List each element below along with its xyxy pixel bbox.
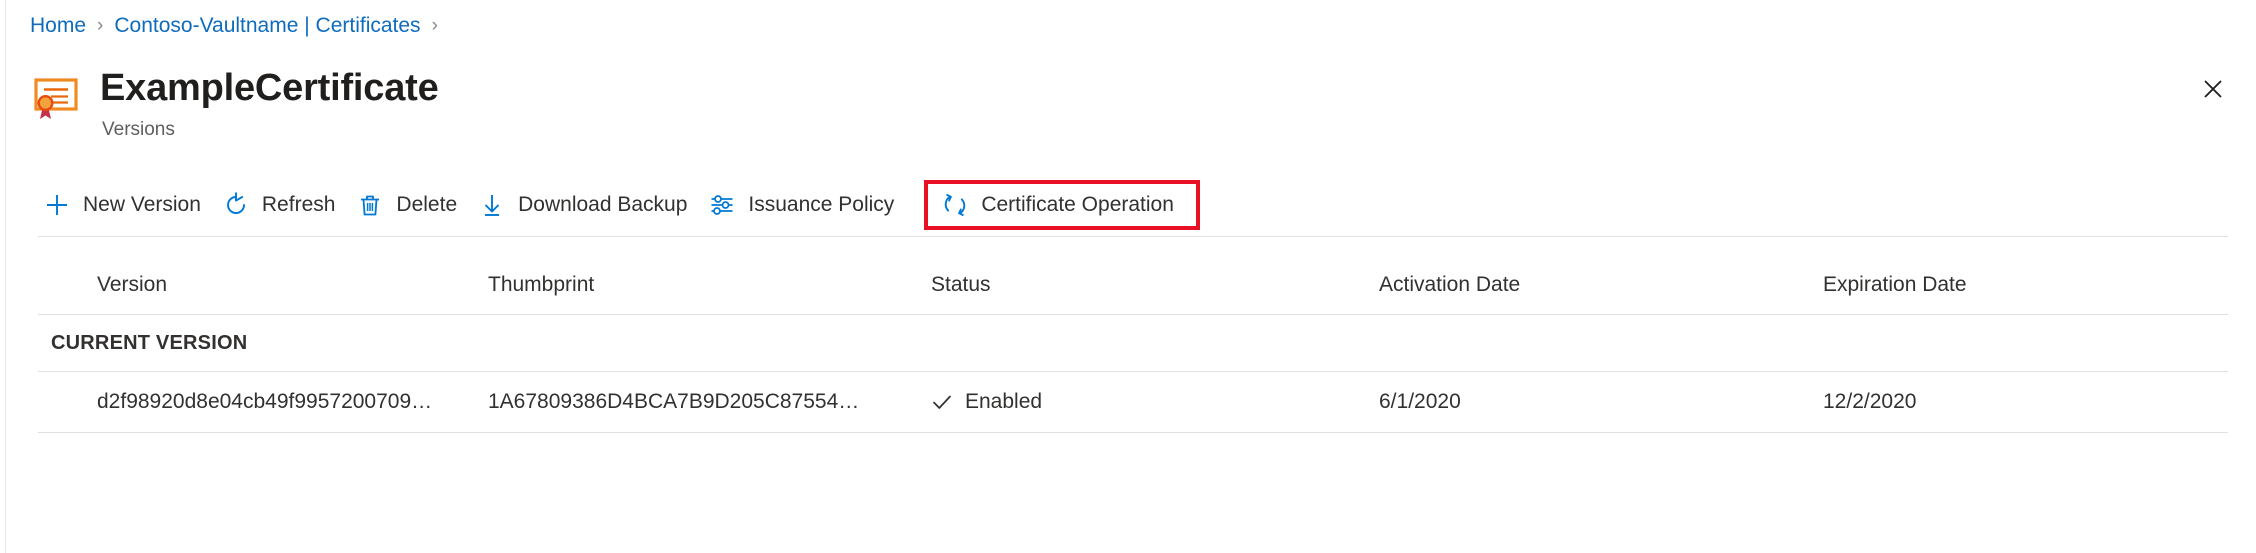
download-arrow-icon [479,192,505,218]
close-icon [2201,77,2225,101]
plus-icon [44,192,70,218]
certificate-operation-label: Certificate Operation [981,192,1174,218]
cell-activation-date: 6/1/2020 [1379,389,1823,415]
column-header-activation-date[interactable]: Activation Date [1379,272,1823,298]
table-group-label: CURRENT VERSION [38,331,247,355]
breadcrumb-item-home[interactable]: Home [30,12,86,40]
download-backup-label: Download Backup [518,192,687,218]
certificate-versions-blade: Home › Contoso-Vaultname | Certificates … [0,0,2256,553]
column-header-version[interactable]: Version [38,272,488,298]
cell-status: Enabled [931,389,1379,415]
checkmark-icon [931,391,953,413]
cell-version[interactable]: d2f98920d8e04cb49f9957200709… [38,389,488,415]
table-row[interactable]: d2f98920d8e04cb49f9957200709… 1A67809386… [38,372,2228,433]
column-header-thumbprint[interactable]: Thumbprint [488,272,931,298]
chevron-right-icon: › [432,12,438,40]
column-header-status[interactable]: Status [931,272,1379,298]
sliders-icon [709,192,735,218]
sync-icon [942,192,968,218]
issuance-policy-label: Issuance Policy [748,192,894,218]
new-version-button[interactable]: New Version [38,182,217,228]
refresh-button[interactable]: Refresh [217,182,352,228]
cell-expiration-date: 12/2/2020 [1823,389,2223,415]
chevron-right-icon: › [97,12,103,40]
new-version-label: New Version [83,192,201,218]
breadcrumb-item-vault-certificates[interactable]: Contoso-Vaultname | Certificates [114,12,420,40]
issuance-policy-button[interactable]: Issuance Policy [703,182,910,228]
certificate-operation-button[interactable]: Certificate Operation [924,180,1200,230]
command-bar: New Version Refresh [38,182,1200,228]
download-backup-button[interactable]: Download Backup [473,182,703,228]
table-group-header[interactable]: CURRENT VERSION [38,315,2228,372]
delete-label: Delete [396,192,457,218]
delete-button[interactable]: Delete [351,182,473,228]
page-title-block: ExampleCertificate Versions [100,66,439,142]
page-title: ExampleCertificate [100,66,439,110]
refresh-icon [223,192,249,218]
page-header: ExampleCertificate Versions [30,66,439,142]
refresh-label: Refresh [262,192,336,218]
cell-thumbprint: 1A67809386D4BCA7B9D205C87554… [488,389,931,415]
page-subtitle: Versions [102,118,439,142]
trash-icon [357,192,383,218]
breadcrumb: Home › Contoso-Vaultname | Certificates … [30,12,449,40]
command-bar-divider [38,236,2228,237]
certificate-icon [30,72,82,124]
close-button[interactable] [2196,72,2230,106]
column-header-expiration-date[interactable]: Expiration Date [1823,272,2223,298]
blade-left-edge [5,0,6,553]
status-label: Enabled [965,389,1042,415]
versions-table: Version Thumbprint Status Activation Dat… [38,256,2228,433]
table-header-row: Version Thumbprint Status Activation Dat… [38,256,2228,315]
